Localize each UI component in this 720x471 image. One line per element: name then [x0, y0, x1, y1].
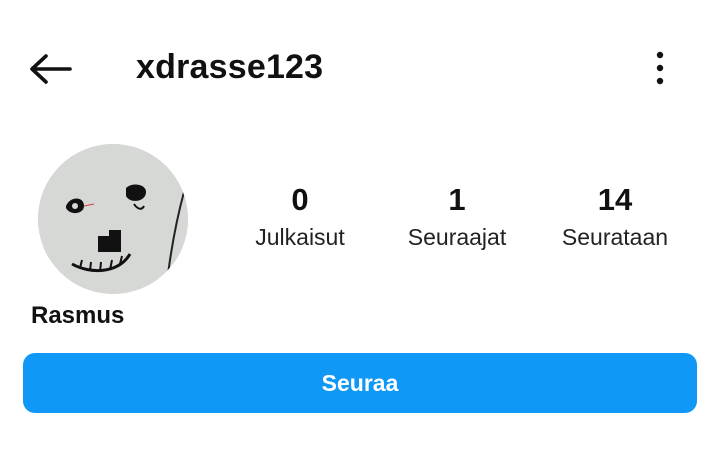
- profile-stats: 0 Julkaisut 1 Seuraajat 14 Seurataan: [220, 178, 700, 268]
- follow-button[interactable]: Seuraa: [23, 353, 697, 413]
- arrow-left-icon: [30, 54, 72, 84]
- following-stat[interactable]: 14 Seurataan: [535, 178, 695, 252]
- top-bar: xdrasse123: [0, 0, 720, 136]
- avatar[interactable]: [38, 144, 188, 294]
- more-options-button[interactable]: [640, 44, 680, 92]
- more-vertical-icon: [656, 51, 664, 85]
- following-label: Seurataan: [561, 224, 669, 250]
- followers-stat[interactable]: 1 Seuraajat: [377, 178, 537, 252]
- profile-display-name: Rasmus: [31, 302, 125, 329]
- following-count: 14: [597, 182, 633, 217]
- followers-label: Seuraajat: [407, 224, 507, 250]
- posts-count: 0: [291, 182, 309, 217]
- posts-label: Julkaisut: [255, 224, 345, 250]
- profile-username: xdrasse123: [136, 48, 324, 86]
- back-button[interactable]: [22, 44, 78, 94]
- posts-stat[interactable]: 0 Julkaisut: [220, 178, 380, 252]
- profile-picture-image: [38, 144, 188, 294]
- followers-count: 1: [448, 182, 466, 217]
